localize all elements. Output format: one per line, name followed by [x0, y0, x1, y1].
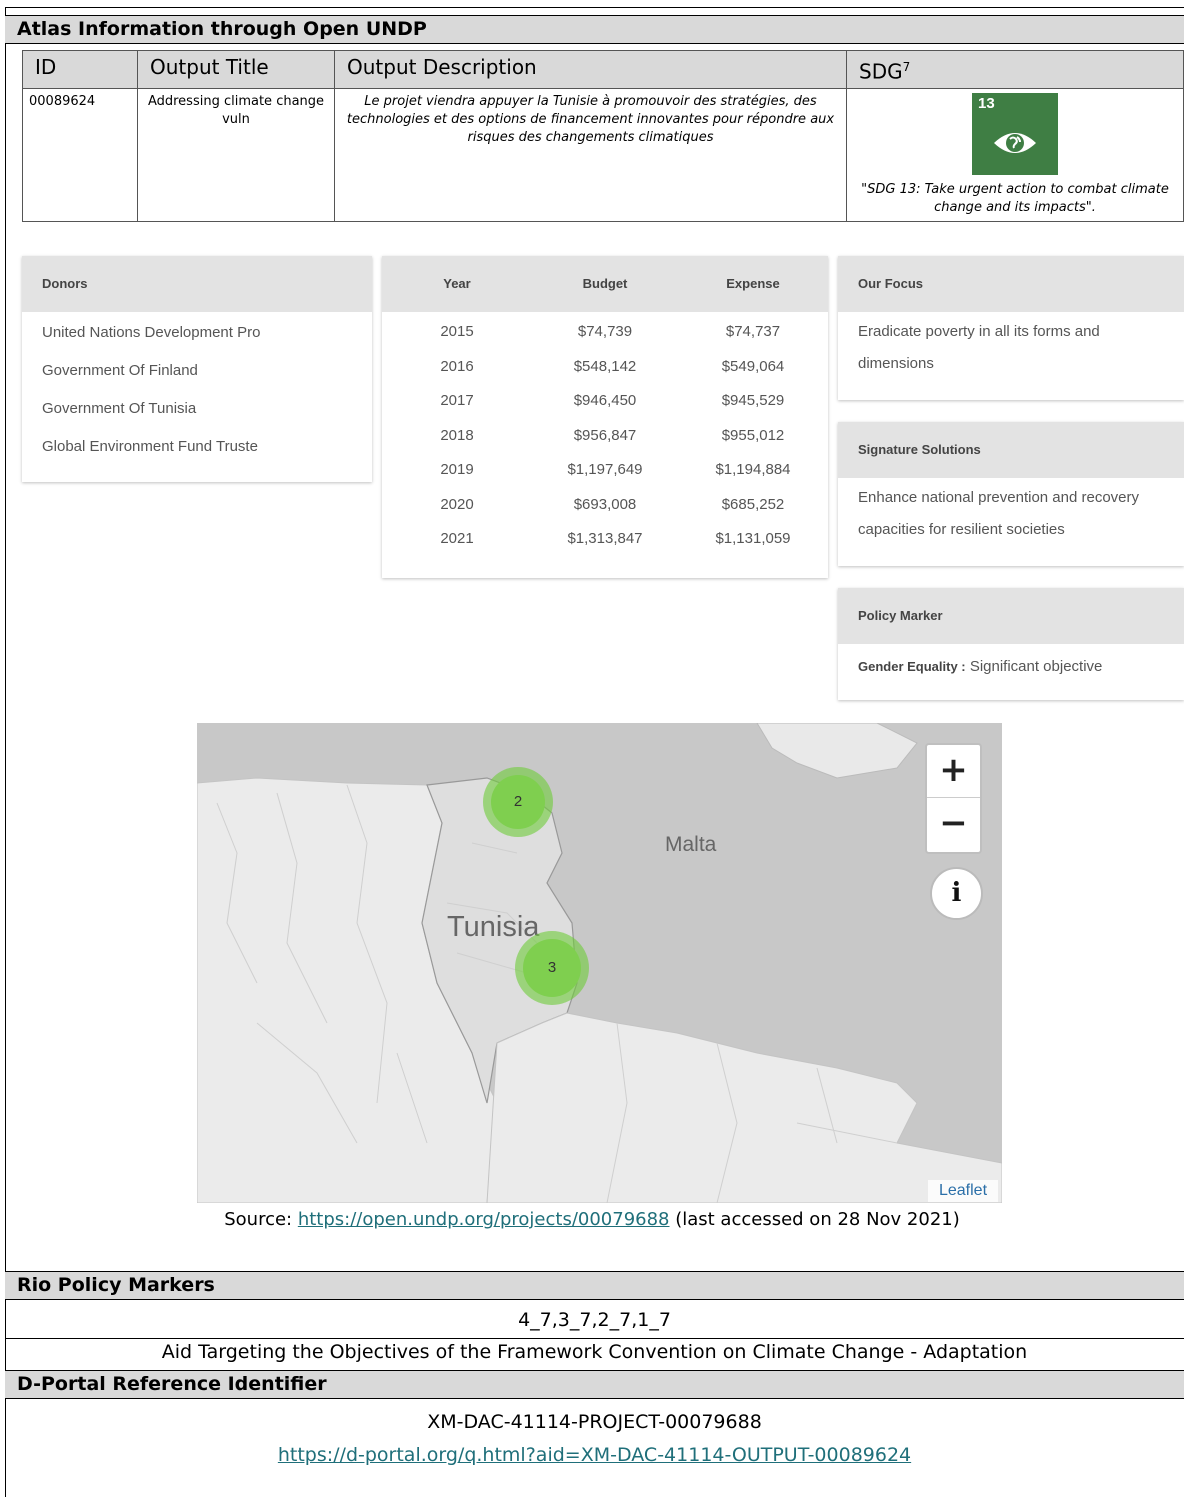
col-id-header: ID	[22, 50, 138, 89]
focus-card: Our Focus Eradicate poverty in all its f…	[838, 256, 1184, 400]
policy-title: Policy Marker	[838, 588, 1184, 644]
expense-cell: $1,194,884	[715, 461, 791, 478]
map-land	[197, 723, 1002, 1203]
table-row: 2016 $548,142 $549,064	[382, 350, 828, 385]
list-item: Government Of Finland	[42, 362, 198, 379]
sdg-caption: "SDG 13: Take urgent action to combat cl…	[861, 181, 1169, 215]
budget-cell: $74,739	[577, 323, 633, 340]
policy-body: Gender Equality : Significant objective	[838, 644, 1184, 683]
list-item: United Nations Development Pro	[42, 324, 261, 341]
source-suffix: (last accessed on 28 Nov 2021)	[669, 1209, 960, 1230]
signature-card: Signature Solutions Enhance national pre…	[838, 422, 1184, 566]
project-map[interactable]: Malta Tunisia 2 3	[197, 723, 1002, 1203]
donors-card: Donors United Nations Development Pro Go…	[22, 256, 372, 482]
expense-cell: $685,252	[721, 495, 785, 513]
finance-card: Year Budget Expense 2015 $74,739 $74,737 2…	[382, 256, 828, 578]
budget-cell: $693,008	[573, 495, 637, 513]
year-cell: 2019	[440, 461, 474, 478]
expense-header: Expense	[726, 276, 780, 291]
rio-text: Aid Targeting the Objectives of the Fram…	[161, 1341, 1028, 1363]
zoom-control: + −	[925, 743, 982, 854]
cluster-marker[interactable]: 2	[483, 767, 553, 837]
policy-value: Significant objective	[969, 658, 1103, 675]
map-source: Source: https://open.undp.org/projects/0…	[0, 1209, 1184, 1230]
budget-cell: $1,197,649	[567, 461, 643, 478]
policy-card: Policy Marker Gender Equality : Signific…	[838, 588, 1184, 700]
malta-label: Malta	[665, 833, 717, 856]
year-cell: 2017	[440, 392, 474, 409]
budget-cell: $548,142	[573, 357, 637, 375]
list-item: Government Of Tunisia	[42, 400, 197, 417]
tunisia-label: Tunisia	[447, 911, 540, 943]
table-row: 2020 $693,008 $685,252	[382, 488, 828, 523]
sdg-header-text: SDG	[859, 59, 903, 84]
leaflet-attribution-link[interactable]: Leaflet	[928, 1180, 998, 1202]
table-row: 2021 $1,313,847 $1,131,059	[382, 522, 828, 557]
year-header: Year	[443, 276, 471, 291]
rio-section-title: Rio Policy Markers	[5, 1271, 1184, 1300]
col-desc-header: Output Description	[334, 50, 847, 89]
table-row: 2019 $1,197,649 $1,194,884	[382, 453, 828, 488]
source-prefix: Source:	[224, 1209, 298, 1230]
budget-cell: $1,313,847	[567, 530, 643, 547]
budget-cell: $956,847	[573, 426, 637, 444]
year-cell: 2018	[440, 426, 474, 444]
signature-title: Signature Solutions	[838, 422, 1184, 478]
output-description: Le projet viendra appuyer la Tunisie à p…	[334, 87, 847, 222]
donors-list: United Nations Development Pro Governmen…	[22, 312, 372, 480]
rio-codes: 4_7,3_7,2_7,1_7	[518, 1309, 671, 1331]
focus-title: Our Focus	[838, 256, 1184, 312]
col-sdg-header: SDG7	[846, 50, 1184, 89]
year-cell: 2015	[440, 323, 474, 340]
list-item: Global Environment Fund Truste	[42, 438, 258, 455]
dportal-section-title: D-Portal Reference Identifier	[5, 1370, 1184, 1399]
atlas-section-title: Atlas Information through Open UNDP	[5, 15, 1184, 44]
policy-label: Gender Equality :	[858, 659, 966, 674]
budget-cell: $946,450	[573, 392, 637, 409]
atlas-table: ID Output Title Output Description SDG7 …	[22, 50, 1184, 222]
table-row: 00089624 Addressing climate change vuln …	[22, 87, 1184, 222]
signature-text: Enhance national prevention and recovery…	[858, 489, 1140, 538]
year-cell: 2016	[440, 357, 474, 375]
expense-cell: $549,064	[721, 357, 785, 375]
output-title: Addressing climate change vuln	[137, 87, 335, 222]
zoom-in-button[interactable]: +	[927, 745, 980, 798]
expense-cell: $945,529	[721, 392, 785, 409]
sdg-cell: 13 "SDG 13: Take urgent action to combat…	[846, 87, 1184, 222]
output-id: 00089624	[22, 87, 138, 222]
cluster-count: 3	[523, 939, 581, 997]
sdg-13-logo: 13	[972, 92, 1058, 175]
expense-cell: $955,012	[721, 426, 785, 444]
cluster-count: 2	[491, 775, 545, 829]
dportal-link-row: https://d-portal.org/q.html?aid=XM-DAC-4…	[5, 1442, 1184, 1469]
donors-title: Donors	[22, 256, 372, 312]
table-row: 2015 $74,739 $74,737	[382, 315, 828, 350]
year-cell: 2020	[440, 495, 474, 513]
table-row: 2018 $956,847 $955,012	[382, 419, 828, 454]
expense-cell: $1,131,059	[715, 530, 791, 547]
focus-text: Eradicate poverty in all its forms and d…	[858, 323, 1100, 372]
dportal-identifier: XM-DAC-41114-PROJECT-00079688	[427, 1411, 762, 1433]
info-button[interactable]: i	[930, 867, 983, 920]
sdg-footnote: 7	[902, 60, 911, 74]
finance-header: Year Budget Expense	[382, 256, 828, 312]
dportal-link[interactable]: https://d-portal.org/q.html?aid=XM-DAC-4…	[278, 1444, 911, 1466]
sdg-number: 13	[978, 94, 995, 112]
source-link[interactable]: https://open.undp.org/projects/00079688	[298, 1209, 670, 1230]
zoom-out-button[interactable]: −	[927, 798, 980, 851]
cluster-marker[interactable]: 3	[515, 931, 589, 1005]
col-title-header: Output Title	[137, 50, 335, 89]
eye-globe-icon	[994, 132, 1036, 153]
table-row: 2017 $946,450 $945,529	[382, 384, 828, 419]
budget-header: Budget	[582, 276, 628, 291]
expense-cell: $74,737	[725, 323, 781, 340]
year-cell: 2021	[440, 530, 474, 547]
